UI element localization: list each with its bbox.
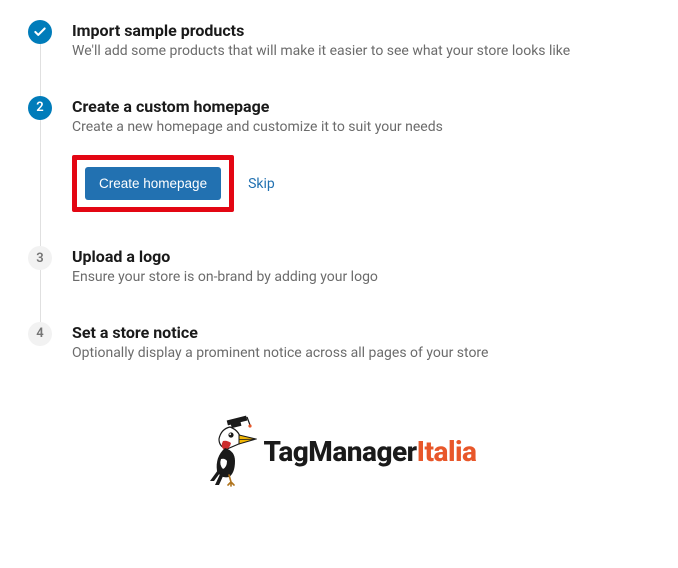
- brand-logo-text: TagManagerItalia: [263, 435, 476, 468]
- step-content: Import sample products We'll add some pr…: [72, 20, 650, 62]
- step-title: Upload a logo: [72, 247, 650, 266]
- step-actions: Create homepage Skip: [72, 155, 650, 212]
- brand-logo: TagManagerItalia: [201, 415, 476, 487]
- step-upload-logo: 3 Upload a logo Ensure your store is on-…: [28, 246, 650, 322]
- step-indicator: 4: [28, 322, 52, 346]
- step-description: Ensure your store is on-brand by adding …: [72, 268, 650, 288]
- step-indicator-done: [28, 20, 52, 44]
- step-connector: [40, 120, 41, 247]
- step-title: Import sample products: [72, 21, 650, 40]
- skip-link[interactable]: Skip: [248, 176, 275, 192]
- step-content: Create a custom homepage Create a new ho…: [72, 96, 650, 213]
- step-content: Upload a logo Ensure your store is on-br…: [72, 246, 650, 288]
- step-description: Optionally display a prominent notice ac…: [72, 344, 650, 364]
- check-icon: [33, 25, 47, 39]
- step-content: Set a store notice Optionally display a …: [72, 322, 650, 364]
- brand-logo-text-accent: Italia: [417, 435, 477, 468]
- brand-logo-text-main: TagManager: [263, 435, 416, 468]
- step-title: Create a custom homepage: [72, 97, 650, 116]
- step-connector: [40, 270, 41, 322]
- annotation-highlight-box: Create homepage: [72, 155, 234, 212]
- step-indicator-active: 2: [28, 96, 52, 120]
- step-import-products: Import sample products We'll add some pr…: [28, 20, 650, 96]
- step-create-homepage: 2 Create a custom homepage Create a new …: [28, 96, 650, 247]
- step-connector: [40, 44, 41, 96]
- step-store-notice: 4 Set a store notice Optionally display …: [28, 322, 650, 398]
- create-homepage-button[interactable]: Create homepage: [85, 167, 221, 200]
- setup-steps-list: Import sample products We'll add some pr…: [28, 20, 650, 397]
- step-title: Set a store notice: [72, 323, 650, 342]
- step-description: We'll add some products that will make i…: [72, 42, 650, 62]
- brand-logo-wrap: TagManagerItalia: [28, 415, 650, 487]
- woodpecker-icon: [201, 415, 257, 487]
- step-indicator: 3: [28, 246, 52, 270]
- step-description: Create a new homepage and customize it t…: [72, 118, 650, 138]
